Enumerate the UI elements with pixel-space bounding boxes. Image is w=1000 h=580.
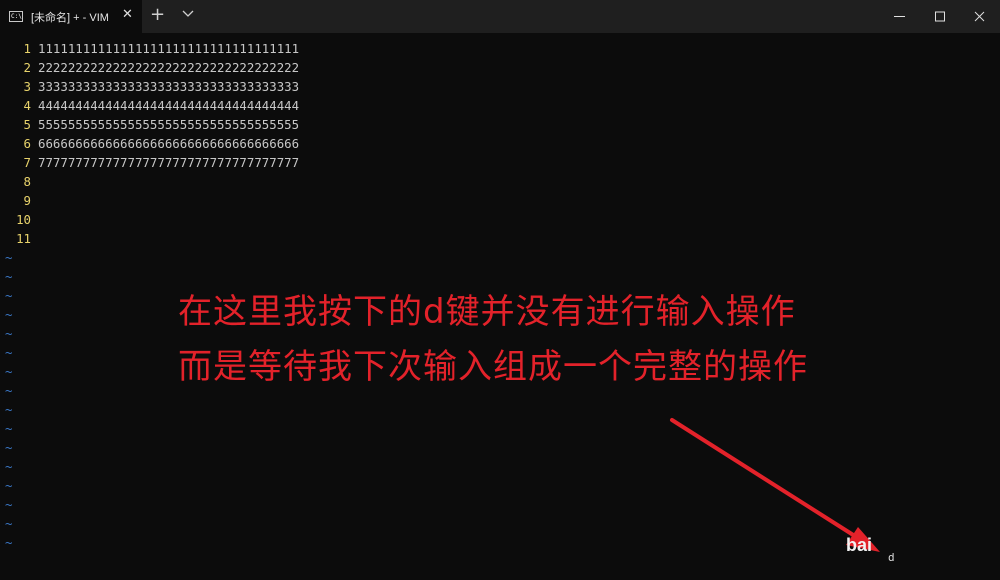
pending-command-indicator: d (888, 551, 895, 564)
watermark-logo: bai (846, 535, 873, 555)
annotation-arrow (670, 418, 880, 552)
